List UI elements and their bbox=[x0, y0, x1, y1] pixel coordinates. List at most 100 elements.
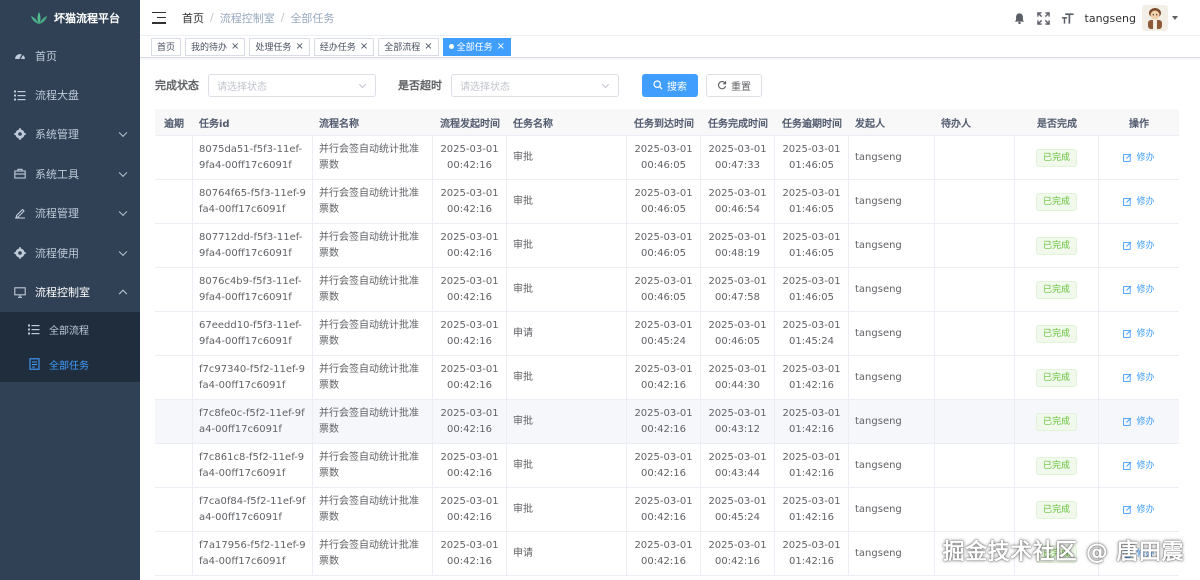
tag-2[interactable]: 处理任务 × bbox=[249, 37, 310, 56]
sidebar-item-1[interactable]: 流程大盘 bbox=[0, 75, 140, 114]
breadcrumb-home[interactable]: 首页 bbox=[182, 10, 204, 26]
table-row[interactable]: f7ca0f84-f5f2-11ef-9fa4-00ff17c6091f 并行会签… bbox=[155, 488, 1179, 532]
cell-assignee bbox=[935, 312, 1015, 355]
user-dropdown-caret-icon[interactable] bbox=[1172, 16, 1178, 20]
sidebar-item-2[interactable]: 系统管理 bbox=[0, 115, 140, 154]
tag-label: 处理任务 bbox=[255, 43, 292, 53]
handle-button[interactable]: 修办 bbox=[1123, 458, 1155, 474]
handle-button[interactable]: 修办 bbox=[1123, 370, 1155, 386]
cell-initiator: tangseng bbox=[849, 224, 935, 267]
cell-text: 并行会签自动统计批准票数 bbox=[319, 363, 419, 391]
username[interactable]: tangseng bbox=[1085, 12, 1136, 25]
close-icon[interactable]: × bbox=[295, 41, 303, 52]
tag-1[interactable]: 我的待办 × bbox=[185, 37, 246, 56]
sidebar-item-5[interactable]: 流程使用 bbox=[0, 233, 140, 272]
sidebar-subitem-label: 全部任务 bbox=[49, 360, 89, 372]
table-row[interactable]: f7c861c8-f5f2-11ef-9fa4-00ff17c6091f 并行会签… bbox=[155, 444, 1179, 488]
table-row[interactable]: 67eedd10-f5f3-11ef-9fa4-00ff17c6091f 并行会签… bbox=[155, 312, 1179, 356]
cell-text: 2025-03-01 00:42:16 bbox=[440, 495, 499, 523]
cell-id: f7a17956-f5f2-11ef-9fa4-00ff17c6091f bbox=[193, 532, 313, 575]
hamburger-menu-icon[interactable] bbox=[152, 11, 166, 24]
cell-complete: 2025-03-01 00:48:19 bbox=[701, 224, 775, 267]
handle-button[interactable]: 修办 bbox=[1123, 238, 1155, 254]
cell-action: 修办 bbox=[1099, 488, 1179, 531]
cell-due: 2025-03-01 01:42:16 bbox=[775, 488, 849, 531]
cell-text: 2025-03-01 01:42:16 bbox=[782, 407, 841, 435]
fullscreen-icon[interactable] bbox=[1037, 11, 1051, 25]
tag-label: 首页 bbox=[157, 43, 176, 53]
reset-button[interactable]: 重置 bbox=[706, 73, 762, 97]
refresh-icon bbox=[717, 81, 727, 90]
sidebar-item-6[interactable]: 流程控制室 bbox=[0, 272, 140, 311]
handle-button[interactable]: 修办 bbox=[1123, 414, 1155, 430]
cell-task: 审批 bbox=[507, 356, 627, 399]
sidebar-subitem-1[interactable]: 全部任务 bbox=[0, 347, 140, 382]
chevron-down-icon bbox=[118, 247, 128, 256]
tag-0[interactable]: 首页 bbox=[151, 37, 182, 56]
monitor-icon bbox=[14, 286, 26, 298]
cell-text: tangseng bbox=[855, 547, 902, 559]
cell-text: 并行会签自动统计批准票数 bbox=[319, 187, 419, 215]
table-row[interactable]: f7c97340-f5f2-11ef-9fa4-00ff17c6091f 并行会签… bbox=[155, 356, 1179, 400]
cell-text: 2025-03-01 00:42:16 bbox=[708, 539, 767, 567]
cell-text: 并行会签自动统计批准票数 bbox=[319, 143, 419, 171]
overdue-select[interactable]: 请选择状态 bbox=[451, 73, 619, 97]
handle-button[interactable]: 修办 bbox=[1123, 150, 1155, 166]
sidebar-item-0[interactable]: 首页 bbox=[0, 36, 140, 75]
close-icon[interactable]: × bbox=[231, 41, 239, 52]
table-row[interactable]: f7c8fe0c-f5f2-11ef-9fa4-00ff17c6091f 并行会签… bbox=[155, 400, 1179, 444]
cell-text: 2025-03-01 00:46:54 bbox=[708, 187, 767, 215]
cell-task: 审批 bbox=[507, 488, 627, 531]
close-icon[interactable]: × bbox=[497, 41, 505, 52]
cell-start: 2025-03-01 00:42:16 bbox=[433, 444, 507, 487]
cell-complete: 2025-03-01 00:44:30 bbox=[701, 356, 775, 399]
tag-5[interactable]: 全部任务 × bbox=[442, 37, 512, 56]
cell-initiator: tangseng bbox=[849, 180, 935, 223]
cell-assignee bbox=[935, 224, 1015, 267]
handle-button[interactable]: 修办 bbox=[1123, 194, 1155, 210]
cell-text: 2025-03-01 00:42:16 bbox=[440, 187, 499, 215]
status-select[interactable]: 请选择状态 bbox=[208, 73, 376, 97]
cell-id: f7ca0f84-f5f2-11ef-9fa4-00ff17c6091f bbox=[193, 488, 313, 531]
close-icon[interactable]: × bbox=[360, 41, 368, 52]
cell-initiator: tangseng bbox=[849, 268, 935, 311]
font-size-icon[interactable] bbox=[1061, 11, 1075, 25]
handle-button[interactable]: 修办 bbox=[1123, 282, 1155, 298]
cell-flow: 并行会签自动统计批准票数 bbox=[313, 356, 433, 399]
column-header-flow: 流程名称 bbox=[319, 118, 359, 130]
edit-icon bbox=[1123, 505, 1134, 514]
status-badge: 已完成 bbox=[1035, 192, 1077, 211]
sidebar-item-4[interactable]: 流程管理 bbox=[0, 194, 140, 233]
cell-flow: 并行会签自动统计批准票数 bbox=[313, 488, 433, 531]
sidebar-subitem-0[interactable]: 全部流程 bbox=[0, 312, 140, 347]
cell-text: tangseng bbox=[855, 283, 902, 295]
search-button[interactable]: 搜索 bbox=[642, 73, 698, 97]
cell-text: 2025-03-01 01:42:16 bbox=[782, 539, 841, 567]
close-icon[interactable]: × bbox=[424, 41, 432, 52]
logo[interactable]: 坏猫流程平台 bbox=[0, 0, 140, 36]
tag-3[interactable]: 经办任务 × bbox=[313, 37, 375, 56]
user-avatar[interactable] bbox=[1142, 5, 1168, 31]
column-header-overdue: 逾期 bbox=[164, 118, 184, 130]
cell-start: 2025-03-01 00:42:16 bbox=[433, 268, 507, 311]
table-row[interactable]: 807712dd-f5f3-11ef-9fa4-00ff17c6091f 并行会签… bbox=[155, 224, 1179, 268]
bell-icon[interactable] bbox=[1013, 11, 1027, 25]
cell-action: 修办 bbox=[1099, 268, 1179, 311]
table-row[interactable]: 8076c4b9-f5f3-11ef-9fa4-00ff17c6091f 并行会签… bbox=[155, 268, 1179, 312]
sidebar: 坏猫流程平台 首页流程大盘 系统管理 系统工具 流程管理 流程使用 流程控制室 全部流程全部… bbox=[0, 0, 140, 580]
list-icon bbox=[14, 89, 26, 101]
handle-button[interactable]: 修办 bbox=[1123, 326, 1155, 342]
table-row[interactable]: 8075da51-f5f3-11ef-9fa4-00ff17c6091f 并行会签… bbox=[155, 136, 1179, 180]
sidebar-item-label: 首页 bbox=[35, 49, 57, 63]
handle-button[interactable]: 修办 bbox=[1123, 502, 1155, 518]
table-row[interactable]: 80764f65-f5f3-11ef-9fa4-00ff17c6091f 并行会签… bbox=[155, 180, 1179, 224]
cell-overdue bbox=[155, 224, 193, 267]
cell-arrive: 2025-03-01 00:42:16 bbox=[627, 488, 701, 531]
cell-text: 8075da51-f5f3-11ef-9fa4-00ff17c6091f bbox=[199, 143, 303, 171]
cell-task: 申请 bbox=[507, 532, 627, 575]
cell-text: 8076c4b9-f5f3-11ef-9fa4-00ff17c6091f bbox=[199, 275, 302, 303]
tag-4[interactable]: 全部流程 × bbox=[378, 37, 439, 56]
document-icon bbox=[28, 358, 40, 370]
cell-task: 审批 bbox=[507, 268, 627, 311]
sidebar-item-3[interactable]: 系统工具 bbox=[0, 154, 140, 193]
